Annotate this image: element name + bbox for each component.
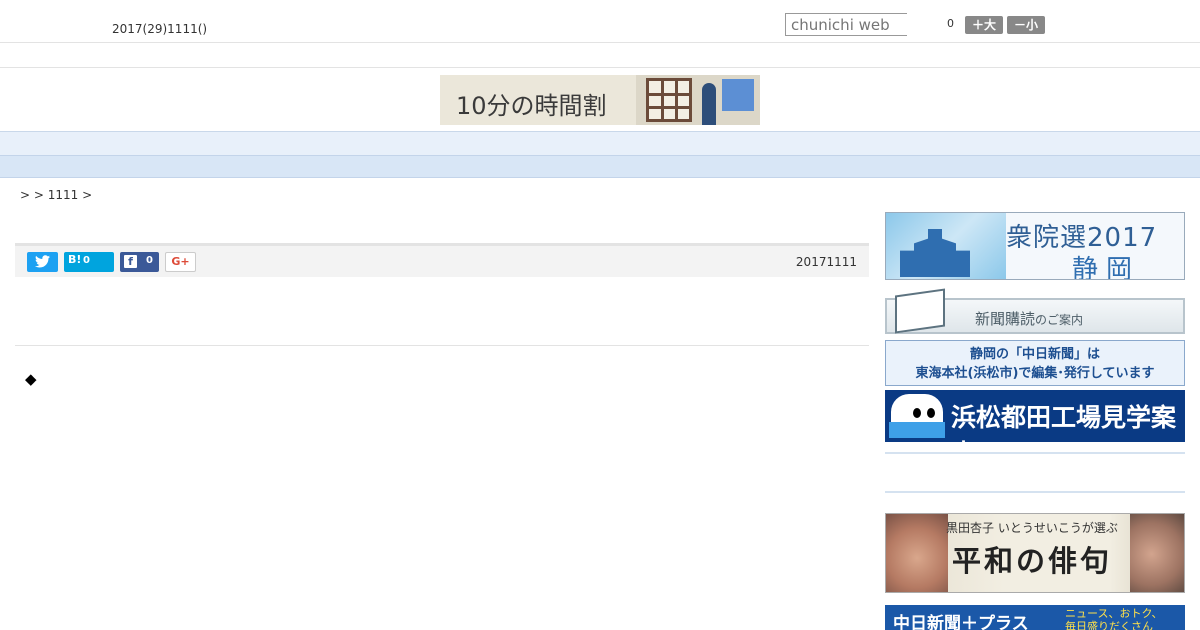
facebook-icon: f <box>124 255 137 268</box>
tour-text: 浜松都田工場見学案内 <box>951 403 1177 442</box>
banner-text: 10分の時間割 <box>456 92 607 120</box>
haiku-banner[interactable]: 黒田杏子 いとうせいこうが選ぶ 平和の俳句 <box>885 513 1185 593</box>
nav-item[interactable] <box>578 136 604 155</box>
subscribe-sub: のご案内 <box>1035 313 1084 327</box>
nav-item[interactable] <box>258 136 284 155</box>
bullet-diamond: ◆ <box>25 370 37 388</box>
sidebar-divider <box>885 452 1185 454</box>
nav-item[interactable] <box>658 136 684 155</box>
header-divider <box>0 67 1200 68</box>
info-line-1: 静岡の「中日新聞」は <box>969 347 1100 362</box>
share-bar: B! 0 f 0 G+ 20171111 <box>15 243 869 277</box>
nav-item[interactable] <box>498 136 524 155</box>
nav-item[interactable] <box>418 136 444 155</box>
banner-photo <box>636 75 760 125</box>
main-nav <box>0 131 1200 155</box>
haiku-subtitle: 黒田杏子 いとうせいこうが選ぶ <box>946 521 1118 535</box>
haiku-title: 平和の俳句 <box>952 544 1113 578</box>
subscribe-main: 新聞購読 <box>975 310 1036 328</box>
hatena-bookmark-icon: B! <box>68 253 82 266</box>
portrait-left <box>886 514 948 592</box>
nav-item[interactable] <box>738 136 764 155</box>
font-size-count: 0 <box>947 17 954 30</box>
twitter-bird-icon <box>35 255 50 268</box>
nav-item[interactable] <box>178 136 204 155</box>
current-date: 2017(29)1111() <box>112 22 208 36</box>
content-divider <box>15 345 869 346</box>
font-smaller-button[interactable]: －小 <box>1007 16 1045 34</box>
facebook-share-button[interactable]: f 0 <box>120 252 159 272</box>
newspaper-icon <box>895 288 945 334</box>
plus-sub-line-1: ニュース、おトク、 <box>1065 607 1163 620</box>
timetable-banner[interactable]: 10分の時間割 <box>440 75 760 125</box>
breadcrumb[interactable]: > > 1111 > <box>20 188 92 202</box>
election-place: 静岡 <box>1072 255 1141 280</box>
twitter-share-button[interactable] <box>27 252 58 272</box>
portrait-right <box>1130 514 1184 592</box>
factory-tour-banner[interactable]: 浜松都田工場見学案内 <box>885 390 1185 442</box>
facebook-count: 0 <box>146 255 153 266</box>
font-bigger-button[interactable]: ＋大 <box>965 16 1003 34</box>
nav-item[interactable] <box>338 136 364 155</box>
mascot-base <box>889 422 945 438</box>
info-line-2: 東海本社(浜松市)で編集･発行しています <box>915 366 1155 381</box>
edition-info-banner[interactable]: 静岡の「中日新聞」は 東海本社(浜松市)で編集･発行しています <box>885 340 1185 386</box>
sub-nav <box>0 155 1200 178</box>
google-plus-button[interactable]: G+ <box>165 252 196 272</box>
election-banner[interactable]: 衆院選2017 静岡 <box>885 212 1185 280</box>
window-graphic <box>646 78 692 122</box>
search-input[interactable] <box>785 13 907 36</box>
subscribe-banner[interactable]: 新聞購読のご案内 <box>885 288 1185 334</box>
plus-sub-line-2: 毎日盛りだくさん <box>1065 620 1153 630</box>
article-date: 20171111 <box>795 255 857 269</box>
top-bar: 2017(29)1111() 0 ＋大 －小 <box>0 0 1200 43</box>
hatena-bookmark-button[interactable]: B! 0 <box>64 252 114 272</box>
sidebar-divider <box>885 491 1185 493</box>
hatena-count: 0 <box>83 255 90 266</box>
google-plus-icon: G+ <box>171 255 190 268</box>
plus-title: 中日新聞＋プラス <box>893 614 1029 630</box>
plus-subtitle: ニュース、おトク、 毎日盛りだくさん <box>1065 607 1162 630</box>
board-graphic <box>722 79 754 111</box>
nav-item[interactable] <box>818 136 844 155</box>
person-graphic <box>702 83 716 125</box>
chunichi-plus-banner[interactable]: 中日新聞＋プラス ニュース、おトク、 毎日盛りだくさん <box>885 605 1185 630</box>
subscribe-text: 新聞購読のご案内 <box>975 308 1083 329</box>
